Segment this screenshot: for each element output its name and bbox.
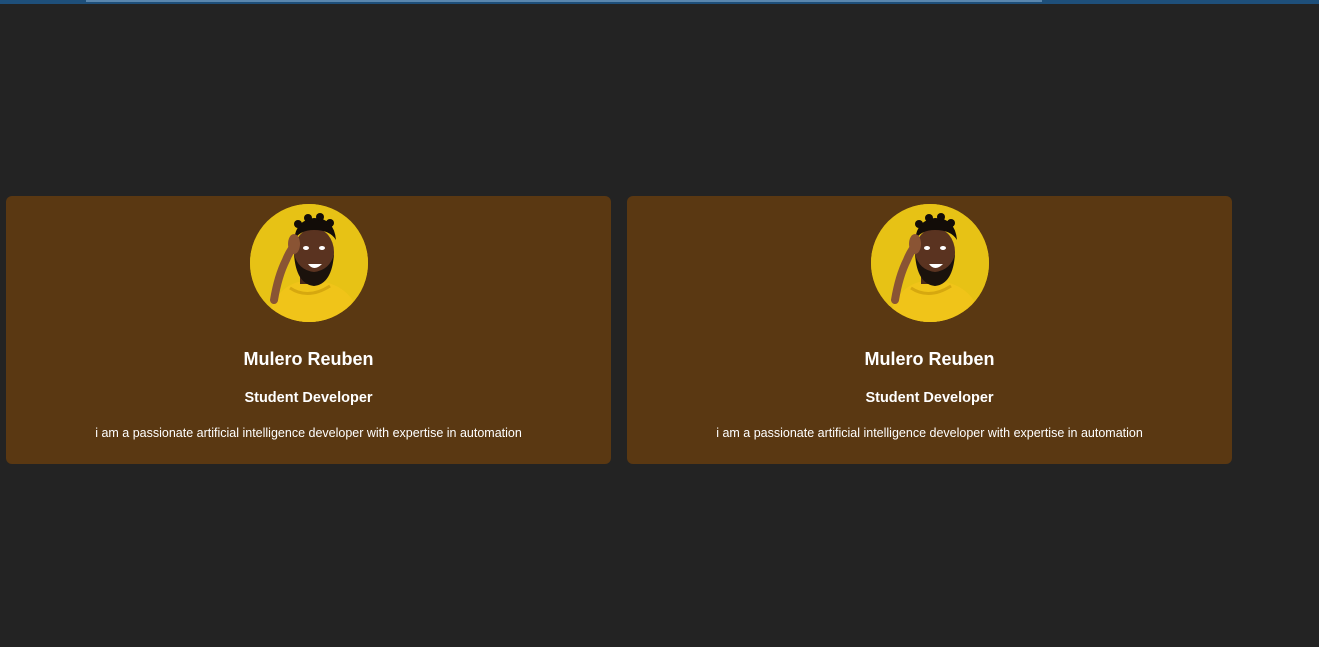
profile-role: Student Developer xyxy=(865,390,994,406)
avatar xyxy=(249,204,368,322)
browser-top-bar xyxy=(0,0,1319,4)
person-portrait-icon xyxy=(870,204,989,322)
profile-bio: i am a passionate artificial intelligenc… xyxy=(716,426,1143,440)
profile-role: Student Developer xyxy=(244,390,373,406)
profile-card: Mulero Reuben Student Developer i am a p… xyxy=(6,196,611,464)
person-portrait-icon xyxy=(249,204,368,322)
profile-cards-container: Mulero Reuben Student Developer i am a p… xyxy=(6,196,1232,464)
profile-bio: i am a passionate artificial intelligenc… xyxy=(95,426,522,440)
profile-name: Mulero Reuben xyxy=(864,349,995,369)
top-bar-highlight xyxy=(86,0,1042,2)
profile-name: Mulero Reuben xyxy=(243,349,374,369)
avatar xyxy=(870,204,989,322)
profile-card: Mulero Reuben Student Developer i am a p… xyxy=(627,196,1232,464)
